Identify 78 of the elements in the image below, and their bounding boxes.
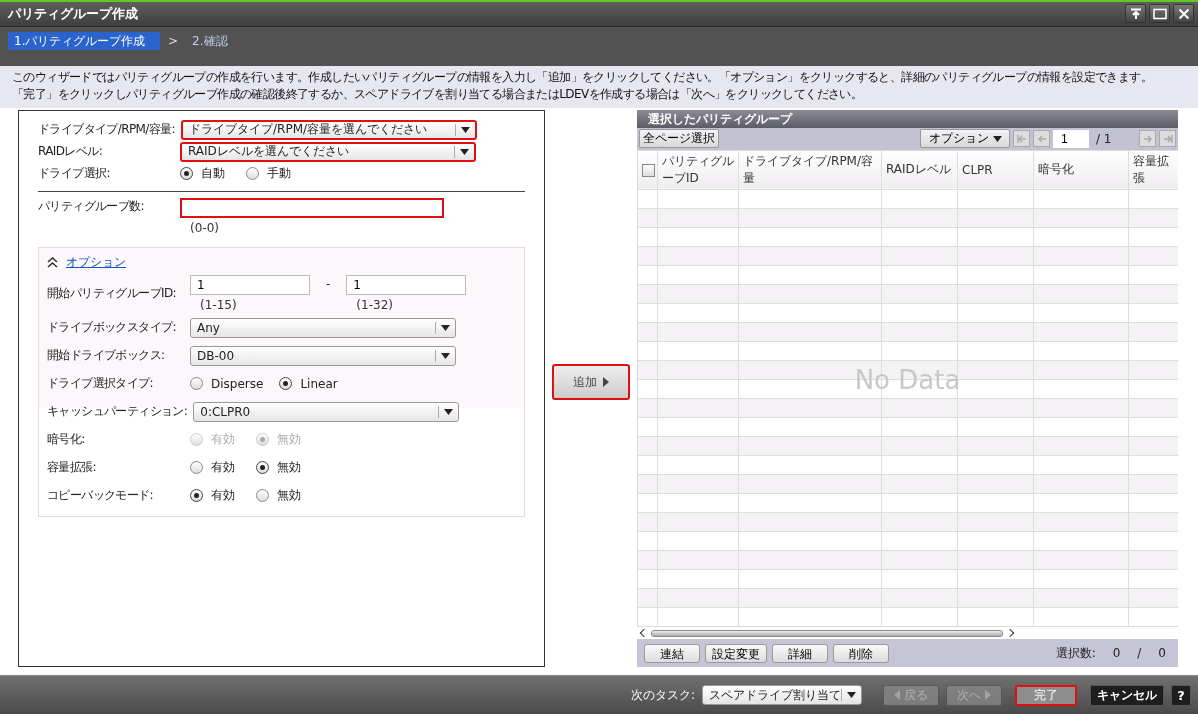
caret-icon[interactable]: [460, 148, 469, 155]
page-total: / 1: [1095, 131, 1113, 146]
radio-button[interactable]: [246, 167, 259, 181]
field-label: キャッシュパーティション:: [47, 403, 189, 421]
next-task-dropdown[interactable]: スペアドライブ割り当て: [702, 685, 862, 706]
count-separator: /: [1136, 646, 1143, 661]
radio-label: Disperse: [211, 376, 264, 391]
radio-button[interactable]: [190, 489, 203, 503]
field-label: 開始パリティグループID:: [47, 284, 178, 302]
instruction-text: 「完了」をクリックしパリティグループ作成の確認後終了するか、スペアドライブを割り当てる場合またはLDEVを作成する場合は「次へ」をクリックしてください。: [12, 85, 864, 103]
caret-icon[interactable]: [847, 692, 856, 699]
panel-title: 選択したパリティグループ: [637, 109, 1178, 128]
field-label: コピーバックモード:: [47, 487, 155, 505]
wizard-step: 2.確認: [186, 31, 234, 50]
field-label: RAIDレベル:: [38, 143, 104, 161]
action-button[interactable]: 連結: [644, 643, 700, 663]
field-label: ドライブタイプ/RPM/容量:: [38, 121, 177, 139]
range-hint: (1-32): [355, 296, 394, 312]
next-task-label: 次のタスク:: [630, 686, 695, 704]
input-field[interactable]: 1: [346, 274, 467, 295]
range-hint: (0-0): [189, 219, 220, 235]
dropdown[interactable]: Any: [190, 317, 456, 338]
help-button[interactable]: ?: [1171, 684, 1191, 706]
radio-label: Linear: [300, 376, 338, 391]
field-label: ドライブ選択タイプ:: [47, 375, 155, 393]
column-header[interactable]: CLPR: [962, 162, 993, 177]
radio-label: 有効: [211, 431, 235, 449]
field-label: 容量拡張:: [47, 459, 98, 477]
dropdown[interactable]: ドライブタイプ/RPM/容量を選んでください: [181, 119, 478, 140]
options-link[interactable]: オプション: [66, 253, 126, 271]
radio-label: 有効: [211, 459, 235, 477]
radio-label: 手動: [267, 165, 291, 183]
caret-icon[interactable]: [992, 135, 1002, 142]
instruction-text: このウィザードではパリティグループの作成を行います。作成したいパリティグループの情報を入力し「追加」をクリックしてください。「オプション」をクリックすると、詳細のパリティグループの情報を設定できます。: [12, 68, 1153, 86]
collapse-icon[interactable]: [47, 256, 58, 268]
caret-icon[interactable]: [444, 408, 454, 415]
page-field[interactable]: 1: [1053, 129, 1089, 148]
action-button[interactable]: 設定変更: [705, 643, 767, 663]
dropdown[interactable]: DB-00: [190, 345, 456, 366]
radio-label: 無効: [277, 487, 301, 505]
radio-button[interactable]: [190, 377, 203, 391]
range-hint: (1-15): [199, 296, 238, 312]
action-button[interactable]: 削除: [833, 643, 889, 663]
radio-label: 自動: [201, 165, 225, 183]
caret-icon[interactable]: [441, 324, 450, 331]
radio-label: 無効: [277, 459, 301, 477]
field-label: 暗号化:: [47, 431, 86, 449]
column-header[interactable]: 暗号化: [1038, 161, 1074, 179]
input-field[interactable]: [180, 197, 444, 218]
dropdown[interactable]: RAIDレベルを選んでください: [180, 141, 476, 162]
wizard-step: 1.パリティグループ作成: [8, 31, 160, 50]
input-field[interactable]: 1: [190, 274, 310, 295]
dropdown[interactable]: 0:CLPR0: [193, 401, 460, 422]
radio-button[interactable]: [256, 461, 269, 475]
radio-label: 無効: [277, 431, 301, 449]
field-label: パリティグループ数:: [38, 197, 146, 215]
radio-button[interactable]: [279, 377, 293, 391]
selection-label: 選択数:: [1054, 644, 1097, 662]
radio-button[interactable]: [180, 167, 193, 181]
add-button[interactable]: 追加: [552, 364, 630, 401]
radio-button[interactable]: [190, 461, 203, 475]
caret-icon[interactable]: [461, 126, 471, 133]
radio-label: 有効: [211, 487, 235, 505]
select-all-button[interactable]: 全ページ選択: [639, 129, 719, 149]
action-button[interactable]: 詳細: [772, 643, 828, 663]
window-title: パリティグループ作成: [8, 5, 139, 23]
select-all-checkbox[interactable]: [642, 163, 655, 177]
field-label: ドライブ選択:: [38, 165, 111, 183]
selection-count: 0: [1111, 646, 1122, 661]
cancel-button[interactable]: キャンセル: [1090, 684, 1164, 706]
caret-icon[interactable]: [441, 352, 450, 359]
step-separator: >: [168, 32, 179, 50]
field-label: 開始ドライブボックス:: [47, 347, 166, 365]
range-separator: -: [325, 275, 332, 293]
radio-button[interactable]: [256, 489, 269, 503]
options-button[interactable]: オプション: [920, 129, 1010, 149]
total-count: 0: [1157, 646, 1167, 661]
field-label: ドライブボックスタイプ:: [47, 319, 177, 337]
